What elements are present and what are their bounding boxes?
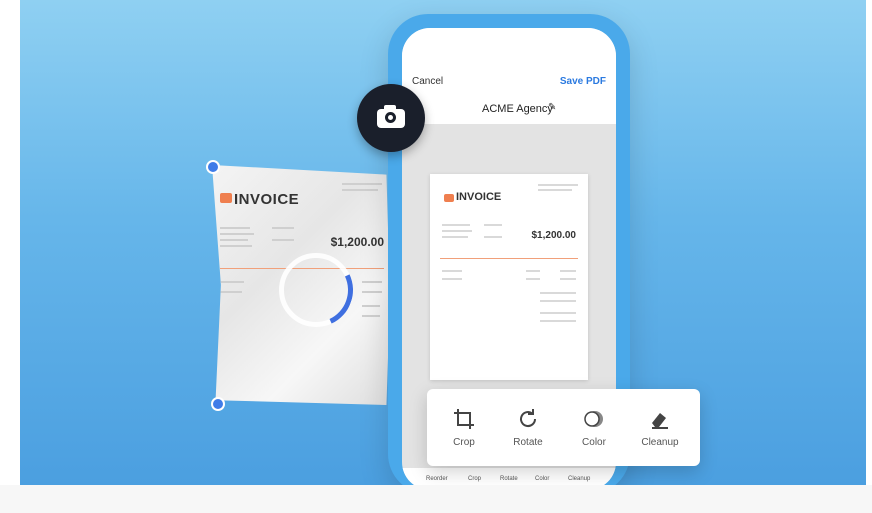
crop-icon xyxy=(454,409,474,429)
invoice-amount: $1,200.00 xyxy=(330,235,384,249)
pencil-icon[interactable]: ✎ xyxy=(548,102,556,113)
camera-lens-inner xyxy=(388,115,393,120)
hero-right-edge xyxy=(866,0,872,485)
text-line xyxy=(342,183,382,185)
eraser-icon xyxy=(652,413,668,429)
text-line xyxy=(220,239,248,241)
text-line xyxy=(220,245,252,247)
text-line xyxy=(540,320,576,322)
page-invoice-amount: $1,200.00 xyxy=(531,230,577,241)
camera-button[interactable] xyxy=(357,84,425,152)
text-line xyxy=(540,312,576,314)
text-line xyxy=(540,292,576,294)
hero-left-edge xyxy=(0,0,20,485)
bottom-toolbar: Reorder Crop Rotate Color Cleanup xyxy=(402,468,616,485)
text-line xyxy=(560,270,576,272)
save-pdf-button[interactable]: Save PDF xyxy=(560,76,606,87)
text-line xyxy=(560,278,576,280)
rotate-icon xyxy=(520,409,537,428)
text-line xyxy=(272,227,294,229)
crop-handle-top-left[interactable] xyxy=(206,160,220,174)
text-line xyxy=(538,184,578,186)
text-line xyxy=(442,270,462,272)
text-line xyxy=(220,281,244,283)
text-line xyxy=(540,300,576,302)
bottom-item-crop[interactable]: Crop xyxy=(468,476,481,482)
cancel-button[interactable]: Cancel xyxy=(412,76,443,87)
text-line xyxy=(526,270,540,272)
text-line xyxy=(442,236,468,238)
bottom-item-reorder[interactable]: Reorder xyxy=(426,476,448,482)
text-line xyxy=(484,236,502,238)
invoice-title: INVOICE xyxy=(234,191,300,208)
text-line xyxy=(220,291,242,293)
page-invoice-title: INVOICE xyxy=(456,191,502,203)
page-divider xyxy=(440,258,578,259)
color-icon xyxy=(584,411,603,427)
text-line xyxy=(362,281,382,283)
tool-rotate-label: Rotate xyxy=(513,437,543,448)
tool-crop-label: Crop xyxy=(453,437,475,448)
text-line xyxy=(362,315,380,317)
invoice-logo-icon xyxy=(220,193,232,203)
bottom-item-rotate[interactable]: Rotate xyxy=(500,476,518,482)
text-line xyxy=(362,305,380,307)
bottom-item-cleanup[interactable]: Cleanup xyxy=(568,476,590,482)
tool-cleanup-label: Cleanup xyxy=(641,437,679,448)
tool-color-label: Color xyxy=(582,437,606,448)
screen-header: Cancel Save PDF ACME Agency ✎ xyxy=(402,28,616,124)
text-line xyxy=(342,189,378,191)
text-line xyxy=(272,239,294,241)
scanned-page-preview: INVOICE $1,200.00 xyxy=(430,174,588,380)
document-name[interactable]: ACME Agency xyxy=(482,103,553,115)
tool-rotate[interactable]: Rotate xyxy=(498,389,558,466)
text-line xyxy=(442,230,472,232)
text-line xyxy=(484,224,502,226)
text-line xyxy=(526,278,540,280)
crop-handle-bottom-left[interactable] xyxy=(211,397,225,411)
edit-tools-panel: Crop Rotate Color Cleanup xyxy=(427,389,700,466)
tool-color[interactable]: Color xyxy=(564,389,624,466)
text-line xyxy=(220,233,254,235)
text-line xyxy=(442,278,462,280)
hero-banner: INVOICE $1,200.00 Cancel Save PDF ACME A… xyxy=(0,0,872,485)
text-line xyxy=(538,189,572,191)
tool-cleanup[interactable]: Cleanup xyxy=(630,389,690,466)
text-line xyxy=(442,224,470,226)
page-logo-icon xyxy=(444,194,454,202)
tool-crop[interactable]: Crop xyxy=(434,389,494,466)
text-line xyxy=(220,227,250,229)
text-line xyxy=(362,291,382,293)
bottom-item-color[interactable]: Color xyxy=(535,476,549,482)
